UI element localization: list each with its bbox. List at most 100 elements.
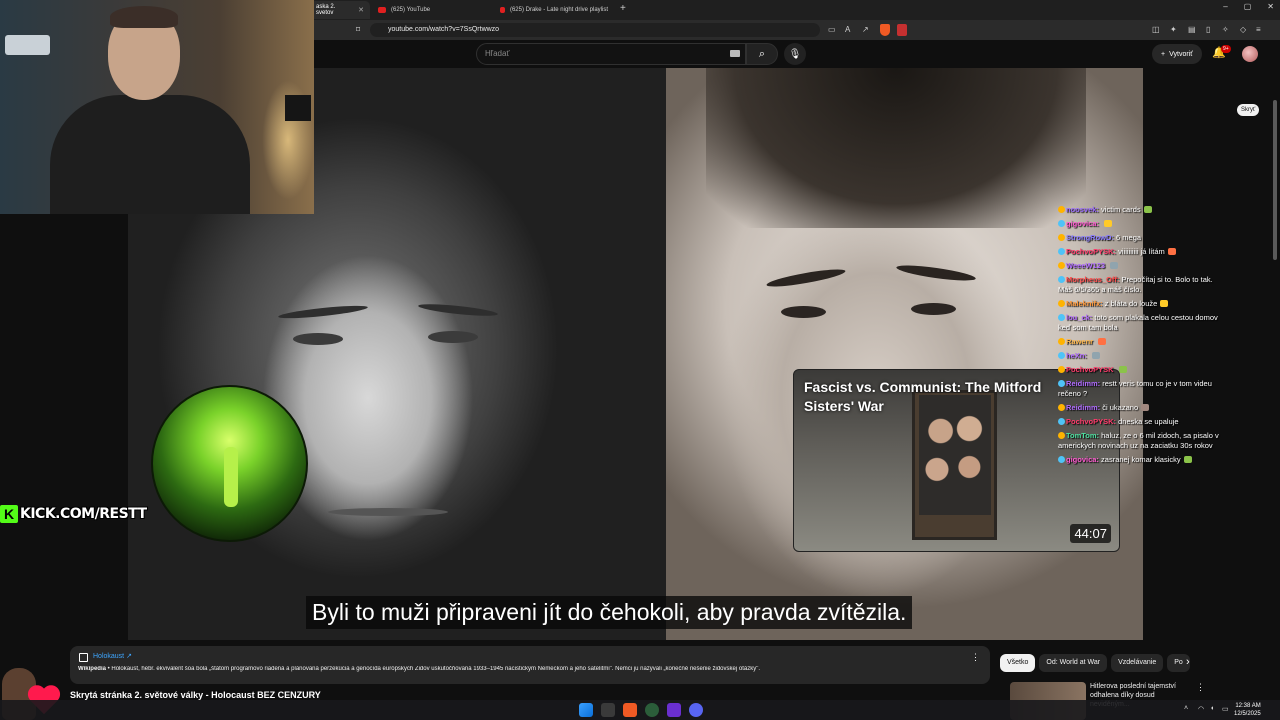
discord-icon[interactable] [689,703,703,717]
lamp [285,95,311,121]
chat-username[interactable]: heXn: [1066,351,1087,360]
taskbar-clock[interactable]: 12:38 AM 12/5/2025 [1234,702,1261,718]
chat-username[interactable]: Rawenr [1066,337,1093,346]
create-label: Vytvoriť [1169,50,1193,58]
close-tab-icon[interactable]: ✕ [358,6,364,14]
chat-message: gigovica: zasranej komar klasicky [1058,455,1228,465]
clock-date: 12/5/2025 [1234,711,1261,717]
windows-taskbar: ˄ ◠ ◖ ▭ 12:38 AM 12/5/2025 [0,700,1280,720]
close-window-button[interactable]: ✕ [1267,2,1274,11]
extension-icon[interactable]: ◫ [1152,25,1160,34]
more-options-icon[interactable]: ⋮ [971,652,980,663]
chat-message: heXn: [1058,351,1228,361]
chat-emote-icon [1183,456,1192,463]
chat-username[interactable]: Morpheus_Off: [1066,275,1119,284]
chat-emote-icon [1098,338,1107,345]
leo-icon[interactable]: ✧ [1222,25,1229,34]
chat-emote-icon [1110,262,1119,269]
chat-username[interactable]: WeeeW123 [1066,261,1105,270]
chat-username[interactable]: gigovica: [1066,455,1099,464]
chip-education[interactable]: Vzdelávanie [1111,654,1164,672]
chat-username[interactable]: noosvek: [1066,205,1099,214]
task-view-icon[interactable] [601,703,615,717]
air-conditioner [5,35,50,55]
portrait-detail [911,303,956,315]
tab-youtube[interactable]: (625) YouTube [372,1,492,19]
sidebar-more-icon[interactable]: ⋮ [1196,682,1205,693]
menu-icon[interactable]: ≡ [1256,25,1261,34]
microphone-icon: 🎙 [788,48,802,60]
chat-username[interactable]: PochvoPYSK: [1066,247,1116,256]
twitch-icon[interactable] [667,703,681,717]
chat-message: Maleknifx: z bláta do louže [1058,299,1228,309]
youtube-icon [378,7,386,13]
scrollbar-thumb[interactable] [1273,100,1277,260]
app-icon[interactable] [645,703,659,717]
youtube-icon [500,7,505,13]
chip-world-at-war[interactable]: Od: World at War [1039,654,1108,672]
translate-icon[interactable]: A [845,25,850,34]
brave-rewards-icon[interactable] [897,24,907,36]
portrait-detail [417,301,499,319]
maximize-button[interactable]: ▢ [1244,2,1252,11]
chat-username[interactable]: Maleknifx: [1066,299,1103,308]
volume-icon[interactable]: ◖ [1210,705,1214,712]
share-icon[interactable]: ↗ [862,25,869,34]
tab-label: (625) Drake - Late night drive playlist [509,7,608,13]
chat-badge-icon [1058,418,1065,425]
knowledge-text: Wikipedia • Holokaust, hebr. ekvivalent … [78,666,968,672]
create-button[interactable]: + Vytvoriť [1152,44,1202,64]
chat-username[interactable]: TomTom: [1066,431,1099,440]
tray-chevron-icon[interactable]: ˄ [1184,705,1188,712]
tab-drake[interactable]: (625) Drake - Late night drive playlist [494,1,614,19]
windows-start-icon[interactable] [579,703,593,717]
avatar[interactable] [1242,46,1258,62]
chip-all[interactable]: Všetko [1000,654,1036,672]
chat-badge-icon [1058,366,1065,373]
search-button[interactable]: ⌕ [746,43,778,65]
url-field[interactable]: youtube.com/watch?v=7SsQrtwwzo [370,23,820,37]
chat-username[interactable]: lou_ck: [1066,313,1092,322]
video-subtitle: Byli to muži připraveni jít do čehokoli,… [306,596,913,629]
wallet-icon[interactable]: ▤ [1188,25,1196,34]
vpn-icon[interactable]: ◇ [1240,25,1246,34]
chat-message: TomTom: haluz, ze o 6 mil zidoch, sa pis… [1058,431,1228,451]
chat-username[interactable]: gigovica: [1066,219,1099,228]
new-tab-button[interactable]: + [620,3,626,14]
cast-icon[interactable]: ▭ [828,25,836,34]
search-placeholder: Hľadať [485,49,510,58]
chat-message: PochvoPYSK: dneska se upaluje [1058,417,1228,427]
chat-username[interactable]: StrongRowD: [1066,233,1114,242]
chat-message: PochvoPYSK: viiiiiiiiii já lítám [1058,247,1228,257]
bookmark-icon[interactable]: ⌑ [356,25,360,34]
battery-icon[interactable]: ▭ [1222,705,1229,713]
chat-badge-icon [1058,276,1065,283]
brave-shield-icon[interactable] [880,24,890,36]
chat-username[interactable]: Reidimm: [1066,379,1100,388]
network-icon[interactable]: ◠ [1198,705,1204,713]
voice-search-button[interactable]: 🎙 [784,43,806,65]
brave-taskbar-icon[interactable] [623,703,637,717]
hide-chat-button[interactable]: Skryť [1237,104,1260,116]
chat-username[interactable]: PochvoPYSK: [1066,417,1116,426]
chat-message: WeeeW123 [1058,261,1228,271]
chevron-right-icon[interactable]: › [1186,656,1190,668]
sidebar-icon[interactable]: ▯ [1206,25,1210,34]
portrait-detail [428,331,478,343]
screen: aska 2. svetov ✕ (625) YouTube (625) Dra… [0,0,1280,720]
keyboard-icon[interactable] [730,50,740,57]
chat-username[interactable]: PochvoPYSK [1066,365,1114,374]
extensions-icon[interactable]: ✦ [1170,25,1177,34]
portrait-detail [781,306,826,318]
minimize-button[interactable]: – [1223,2,1227,11]
chat-username[interactable]: Reidimm: [1066,403,1100,412]
portrait-detail [765,266,847,290]
page-scrollbar[interactable] [1272,40,1278,640]
notification-badge: 9+ [1221,45,1231,53]
tab-active[interactable]: aska 2. svetov ✕ [310,1,370,19]
search-input[interactable]: Hľadať [476,43,746,65]
portrait-detail [706,68,1086,228]
chat-badge-icon [1058,456,1065,463]
knowledge-title-link[interactable]: Holokaust ↗ [93,652,132,660]
chat-badge-icon [1058,352,1065,359]
